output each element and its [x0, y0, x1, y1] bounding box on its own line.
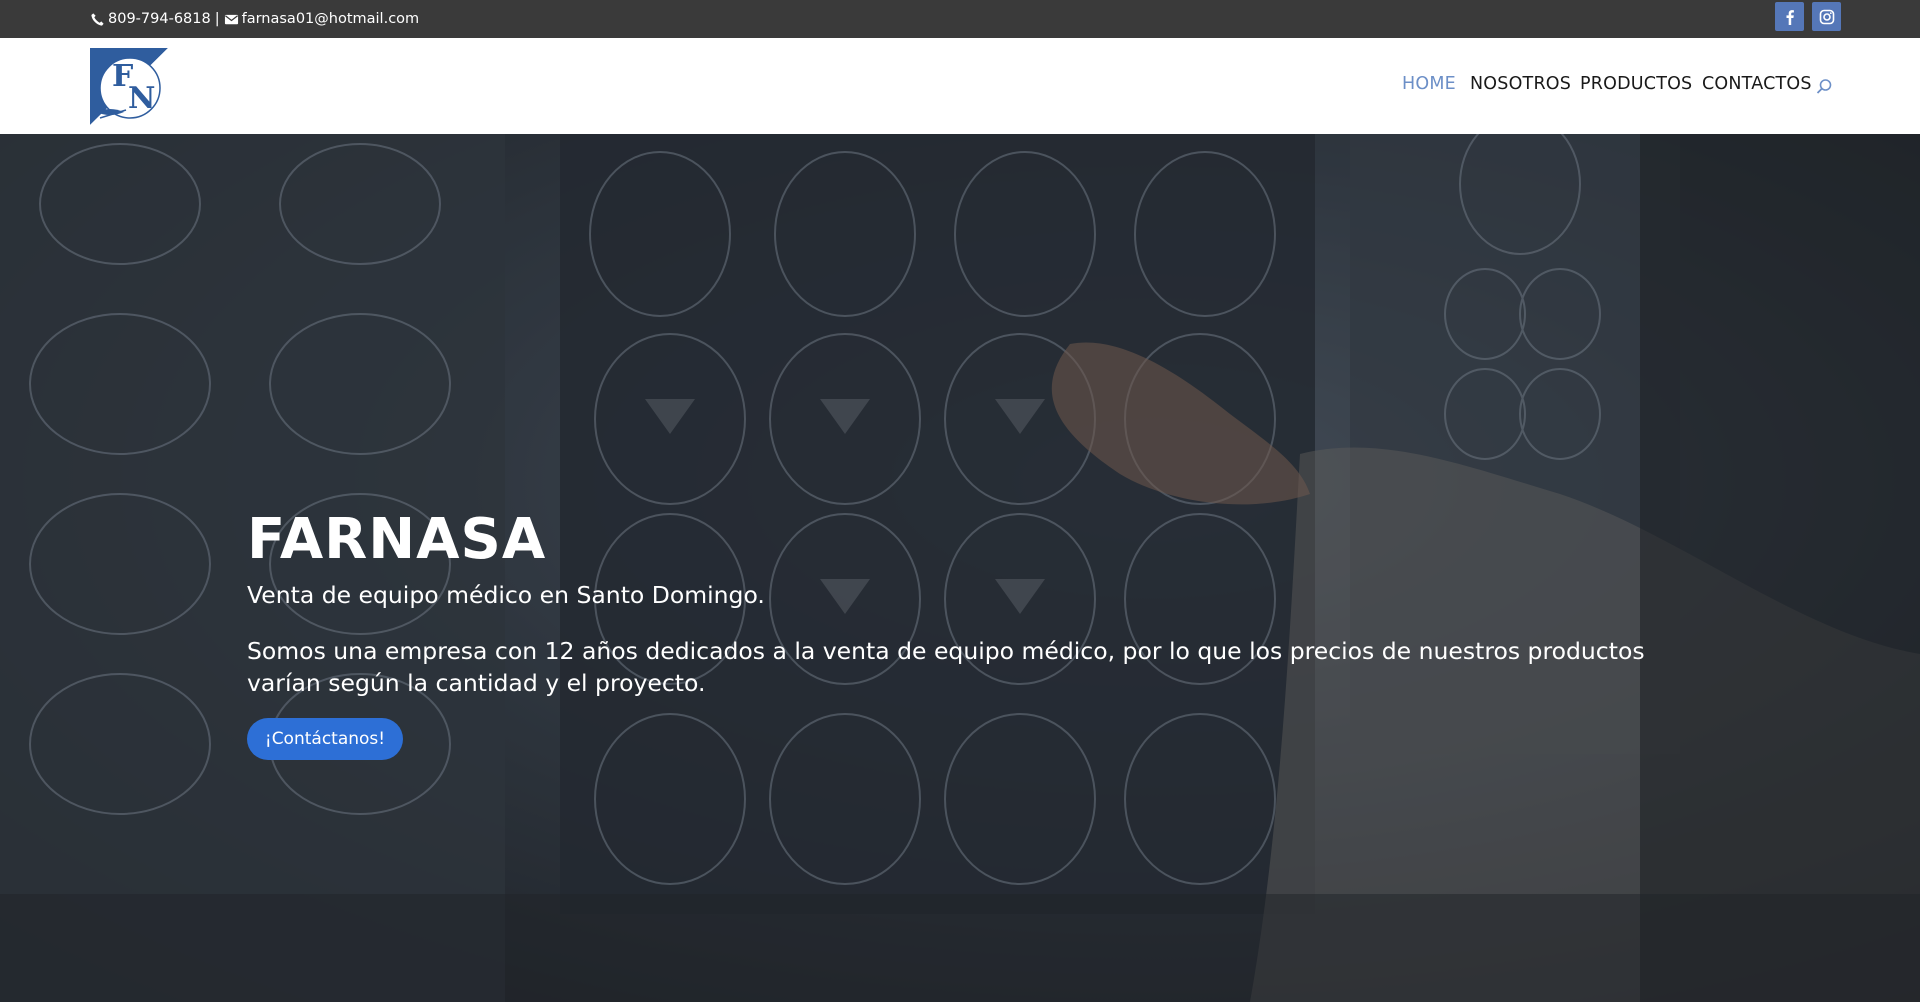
email-address[interactable]: farnasa01@hotmail.com — [242, 11, 420, 27]
email-icon — [224, 12, 239, 27]
instagram-button[interactable] — [1812, 2, 1841, 31]
phone-icon — [90, 12, 105, 27]
nav-productos[interactable]: PRODUCTOS — [1580, 74, 1692, 94]
site-header: F N HOME NOSOTROS PRODUCTOS CONTACTOS — [0, 38, 1920, 134]
site-logo[interactable]: F N — [90, 48, 168, 125]
hero-section: FARNASA Venta de equipo médico en Santo … — [0, 134, 1920, 1002]
svg-text:N: N — [128, 81, 155, 116]
instagram-icon — [1819, 9, 1834, 24]
nav-home[interactable]: HOME — [1402, 74, 1456, 94]
hero-title: FARNASA — [247, 507, 547, 572]
nav-nosotros[interactable]: NOSOTROS — [1470, 74, 1571, 94]
contact-separator: | — [214, 11, 220, 27]
search-icon[interactable] — [1815, 78, 1833, 96]
hero-subtitle: Venta de equipo médico en Santo Domingo. — [247, 581, 765, 609]
contact-us-button[interactable]: ¡Contáctanos! — [247, 718, 403, 760]
facebook-button[interactable] — [1775, 2, 1804, 31]
nav-contactos[interactable]: CONTACTOS — [1702, 74, 1812, 94]
facebook-icon — [1786, 9, 1794, 25]
contact-info: 809-794-6818 | farnasa01@hotmail.com — [90, 9, 419, 29]
top-bar: 809-794-6818 | farnasa01@hotmail.com — [0, 0, 1920, 38]
hero-description: Somos una empresa con 12 años dedicados … — [247, 637, 1645, 697]
phone-number[interactable]: 809-794-6818 — [108, 11, 211, 27]
